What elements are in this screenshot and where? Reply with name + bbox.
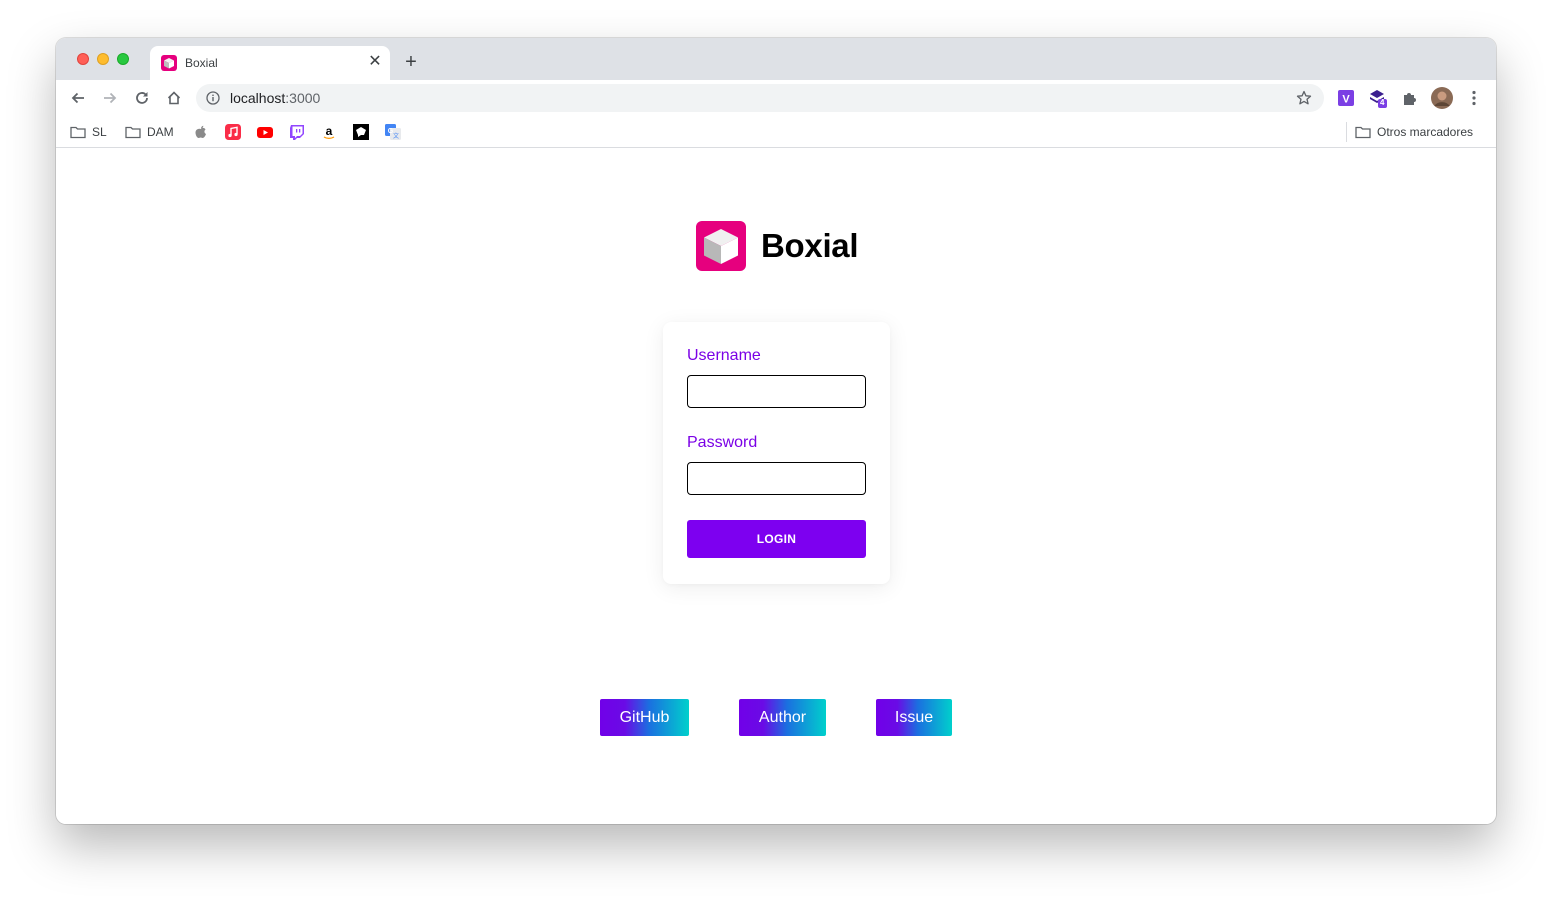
maximize-window-button[interactable] xyxy=(117,53,129,65)
profile-avatar[interactable] xyxy=(1431,87,1453,109)
bookmark-folder-dam[interactable]: DAM xyxy=(125,124,174,140)
info-icon[interactable] xyxy=(206,91,220,105)
password-input[interactable] xyxy=(687,462,866,495)
app-header: Boxial xyxy=(696,221,859,271)
extension-badge: 4 xyxy=(1380,98,1385,107)
folder-icon xyxy=(1355,126,1371,139)
amazon-icon[interactable]: a xyxy=(321,124,337,140)
vue-devtools-extension-icon[interactable]: V xyxy=(1336,88,1356,108)
bookmarks-bar: SL DAM a G 文 Otros marcadores xyxy=(56,116,1496,148)
username-label: Username xyxy=(687,347,761,364)
browser-toolbar: localhost:3000 V 4 xyxy=(56,80,1496,116)
apple-music-icon[interactable] xyxy=(225,124,241,140)
forward-button[interactable] xyxy=(100,88,120,108)
boxial-cube-icon xyxy=(161,55,177,71)
more-menu-icon[interactable] xyxy=(1464,88,1484,108)
home-button[interactable] xyxy=(164,88,184,108)
bookmark-label: SL xyxy=(92,125,107,139)
url-port: :3000 xyxy=(285,90,321,106)
tab-boxial[interactable]: Boxial ✕ xyxy=(150,46,390,80)
browser-window: Boxial ✕ + localhost:3000 V 4 SL DAM a G… xyxy=(56,38,1496,824)
extension-with-badge[interactable]: 4 xyxy=(1368,88,1388,108)
back-button[interactable] xyxy=(68,88,88,108)
other-bookmarks-label: Otros marcadores xyxy=(1377,125,1474,139)
minimize-window-button[interactable] xyxy=(97,53,109,65)
twitch-icon[interactable] xyxy=(289,124,305,140)
address-bar[interactable]: localhost:3000 xyxy=(196,84,1324,112)
bookmark-label: DAM xyxy=(147,125,174,139)
svg-text:a: a xyxy=(326,124,333,138)
author-link-button[interactable]: Author xyxy=(739,699,826,736)
new-tab-button[interactable]: + xyxy=(400,51,422,73)
bookmark-folder-sl[interactable]: SL xyxy=(70,124,107,140)
reload-button[interactable] xyxy=(132,88,152,108)
app-title: Boxial xyxy=(761,227,859,264)
tab-close-icon[interactable]: ✕ xyxy=(366,53,384,71)
tab-strip: Boxial ✕ + xyxy=(56,38,1496,80)
home-icon xyxy=(167,91,181,105)
bookmark-star-icon[interactable] xyxy=(1296,90,1312,106)
folder-icon xyxy=(70,126,86,139)
github-link-button[interactable]: GitHub xyxy=(600,699,689,736)
svg-text:V: V xyxy=(1342,94,1350,106)
page-viewport: Boxial Username Password LOGIN GitHub Au… xyxy=(56,149,1496,824)
other-bookmarks-folder[interactable]: Otros marcadores xyxy=(1355,124,1473,140)
youtube-icon[interactable] xyxy=(257,124,273,140)
url-host: localhost xyxy=(230,90,286,106)
tab-title: Boxial xyxy=(185,56,218,70)
close-window-button[interactable] xyxy=(77,53,89,65)
screenshot-stage: Boxial ✕ + localhost:3000 V 4 SL DAM a G… xyxy=(0,0,1552,898)
bookmarks-separator xyxy=(1346,122,1347,142)
puzzle-extensions-icon[interactable] xyxy=(1400,88,1420,108)
username-input[interactable] xyxy=(687,375,866,408)
url-text: localhost:3000 xyxy=(230,90,320,106)
arrow-left-icon xyxy=(71,92,84,104)
folder-icon xyxy=(125,126,141,139)
arrow-right-icon xyxy=(104,92,117,104)
google-translate-icon[interactable]: G 文 xyxy=(385,124,401,140)
chat-icon[interactable] xyxy=(353,124,369,140)
boxial-cube-icon xyxy=(696,221,746,271)
login-button[interactable]: LOGIN xyxy=(687,520,866,558)
password-label: Password xyxy=(687,434,758,451)
svg-text:文: 文 xyxy=(393,132,399,140)
login-card: Username Password LOGIN xyxy=(663,322,890,584)
stack-extension-icon xyxy=(1370,90,1387,108)
issue-link-button[interactable]: Issue xyxy=(876,699,952,736)
apple-icon[interactable] xyxy=(193,124,209,140)
reload-icon xyxy=(136,92,148,104)
